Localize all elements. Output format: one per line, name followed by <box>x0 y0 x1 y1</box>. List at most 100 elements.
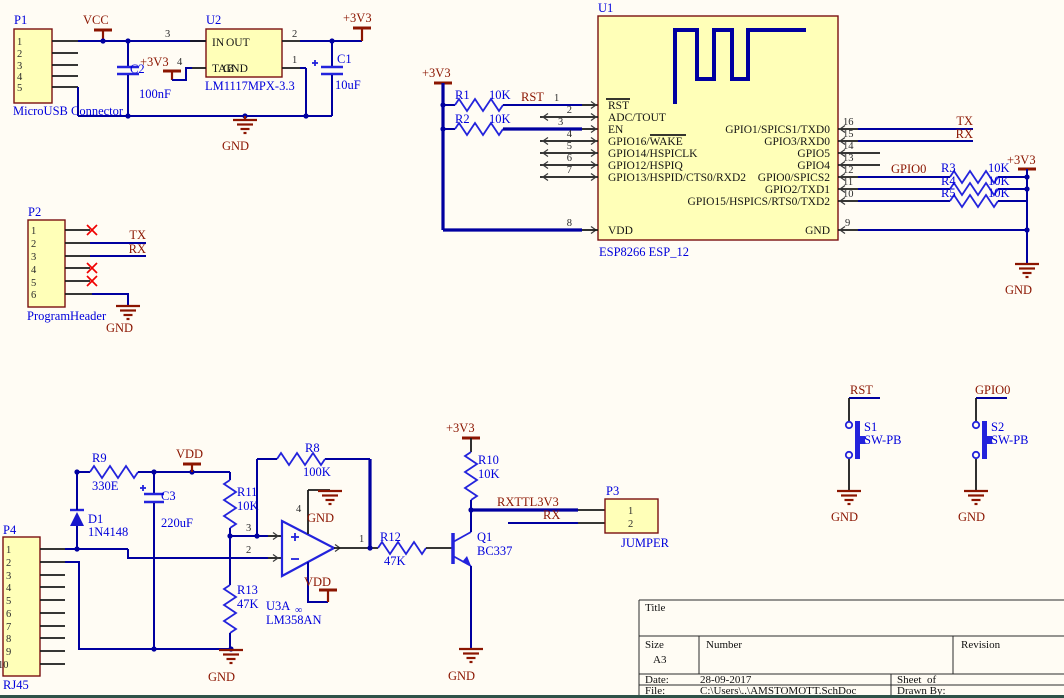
power-supply-section: P1 1 2 3 4 5 MicroUSB Connector VCC <box>13 11 372 153</box>
u1-refdes: U1 <box>598 1 613 15</box>
cap-c2[interactable]: C2 100nF <box>117 38 171 118</box>
resistor-r13[interactable]: R13 47K <box>224 536 259 649</box>
switch-s1[interactable]: RST S1 SW-PB GND <box>831 383 902 524</box>
u1-pin-number: 13 <box>843 153 854 164</box>
u1-pin-name: GPIO16/WAKE <box>608 136 683 148</box>
p1-pin-number: 3 <box>17 61 22 72</box>
resistor-r11[interactable]: R11 10K <box>224 472 259 536</box>
u3a-pin3-number: 3 <box>246 523 251 534</box>
v33-power-port-esp[interactable]: +3V3 <box>422 66 452 230</box>
q1-refdes: Q1 <box>477 530 492 544</box>
resistor-r2[interactable]: R2 10K 3 <box>443 112 598 135</box>
p4-pin-number: 1 <box>6 545 11 556</box>
gnd-port-amp[interactable]: GND <box>208 650 243 684</box>
vcc-power-port[interactable]: VCC <box>83 13 112 44</box>
schematic-canvas: P1 1 2 3 4 5 MicroUSB Connector VCC <box>0 0 1064 698</box>
tx-rx-stubs[interactable]: TX RX <box>858 114 973 141</box>
v33-power-port-tab[interactable]: +3V3 <box>140 55 192 80</box>
c1-refdes: C1 <box>337 52 352 66</box>
s2-contact-icon <box>973 422 979 428</box>
p3-pin-number: 2 <box>628 519 633 530</box>
r12-refdes: R12 <box>380 530 401 544</box>
r11-symbol <box>224 480 236 528</box>
r2-value: 10K <box>489 112 511 126</box>
r1-refdes: R1 <box>455 88 470 102</box>
resistor-r12[interactable]: R12 47K <box>378 530 453 568</box>
p4-pin-number: 5 <box>6 596 11 607</box>
p4-pin-number: 4 <box>6 583 12 594</box>
r3-refdes: R3 <box>941 161 956 175</box>
u1-pin-number: 9 <box>845 218 850 229</box>
u3a-pin4-number: 4 <box>296 504 302 515</box>
r5-value: 10K <box>988 186 1010 200</box>
switch-s2[interactable]: GPIO0 S2 SW-PB GND <box>958 383 1029 524</box>
p2-pin-number: 5 <box>31 278 36 289</box>
p2-pin-number: 6 <box>31 290 36 301</box>
q1-value: BC337 <box>477 544 512 558</box>
r10-symbol <box>465 452 477 500</box>
gnd-net-label: GND <box>831 510 858 524</box>
s2-actuator-icon <box>982 421 987 459</box>
gnd-net-label: GND <box>448 669 475 683</box>
v33-net-label: +3V3 <box>343 11 372 25</box>
u1-pin-number: 8 <box>567 218 572 229</box>
resistor-r1[interactable]: R1 10K RST 1 <box>443 88 598 111</box>
u1-pin-number: 7 <box>567 165 572 176</box>
esp8266-section: +3V3 R1 10K RST 1 R2 10K 3 U1 <box>422 1 1039 297</box>
r10-value: 10K <box>478 467 500 481</box>
cap-c3[interactable]: C3 220uF <box>140 469 193 649</box>
p4-pin-number: 6 <box>6 609 11 620</box>
p2-tx-rx-wires[interactable]: TX RX <box>90 228 146 256</box>
rst-net-label: RST <box>521 90 544 104</box>
p4-pin-number: 9 <box>6 647 11 658</box>
gnd-symbol-icon <box>116 306 140 319</box>
rxttl3v3-net-label: RXTTL3V3 <box>497 495 559 509</box>
r8-value: 100K <box>303 465 331 479</box>
esp8266-module-u1[interactable]: U1 RST ADC/TOUT EN GPIO16/WAKE GPIO14/HS… <box>540 1 880 259</box>
u1-pin-number: 4 <box>567 129 573 140</box>
cap-c1[interactable]: C1 10uF <box>303 38 360 118</box>
r9-value: 330E <box>92 479 119 493</box>
p4-pin-number: 3 <box>6 571 11 582</box>
r10-refdes: R10 <box>478 453 499 467</box>
c1-value: 10uF <box>335 78 361 92</box>
connector-p2[interactable]: P2 1 2 3 4 5 6 ProgramHeader <box>27 205 107 323</box>
r8-refdes: R8 <box>305 441 320 455</box>
u1-pin-number: 2 <box>567 105 572 116</box>
p1-refdes: P1 <box>14 13 27 27</box>
p3-pin-number: 1 <box>628 506 633 517</box>
u1-pin-number: 12 <box>843 165 854 176</box>
v33-power-port-out[interactable]: +3V3 <box>343 11 372 41</box>
gnd-symbol-icon <box>837 491 861 504</box>
p1-pin-number: 5 <box>17 83 22 94</box>
jumper-p3[interactable]: RXTTL3V3 RX P3 1 2 JUMPER <box>468 484 669 550</box>
u2-pin-name-gnd: GND <box>223 63 248 75</box>
u1-pin-number: 6 <box>567 153 572 164</box>
u2-refdes: U2 <box>206 13 221 27</box>
u1-pin-name: GPIO0/SPICS2 <box>758 172 830 184</box>
s2-refdes: S2 <box>991 420 1004 434</box>
d1-symbol <box>70 512 84 526</box>
vdd-power-port[interactable]: VDD <box>176 447 203 475</box>
u1-pin-name: GPIO5 <box>797 148 830 160</box>
gnd-symbol-icon <box>459 649 483 662</box>
c3-refdes: C3 <box>161 489 176 503</box>
transistor-q1[interactable]: Q1 BC337 GND <box>448 510 512 683</box>
p3-refdes: P3 <box>606 484 619 498</box>
gnd-port-regulator[interactable]: GND <box>222 113 257 153</box>
connector-p4[interactable]: P4 1 2 3 4 5 6 7 8 9 10 RJ45 <box>0 523 65 692</box>
resistor-r10[interactable]: +3V3 R10 10K <box>446 421 500 510</box>
u1-pin-name: VDD <box>608 225 633 237</box>
u2-pin-name-in: IN <box>212 37 225 49</box>
c2-value: 100nF <box>139 87 171 101</box>
r5-refdes: R5 <box>941 186 956 200</box>
u1-pin3-number: 3 <box>558 117 563 128</box>
u1-pin-number: 15 <box>843 129 854 140</box>
v33-net-label: +3V3 <box>446 421 475 435</box>
u1-pin-name: GPIO2/TXD1 <box>765 184 830 196</box>
pullup-resistors[interactable]: GPIO0 R3 10K R4 10K R5 10K +3V3 GND <box>858 153 1039 297</box>
p4-pin-number: 2 <box>6 558 11 569</box>
sheet-size-value: A3 <box>653 654 667 666</box>
v33-net-label: +3V3 <box>1007 153 1036 167</box>
d1-refdes: D1 <box>88 512 103 526</box>
